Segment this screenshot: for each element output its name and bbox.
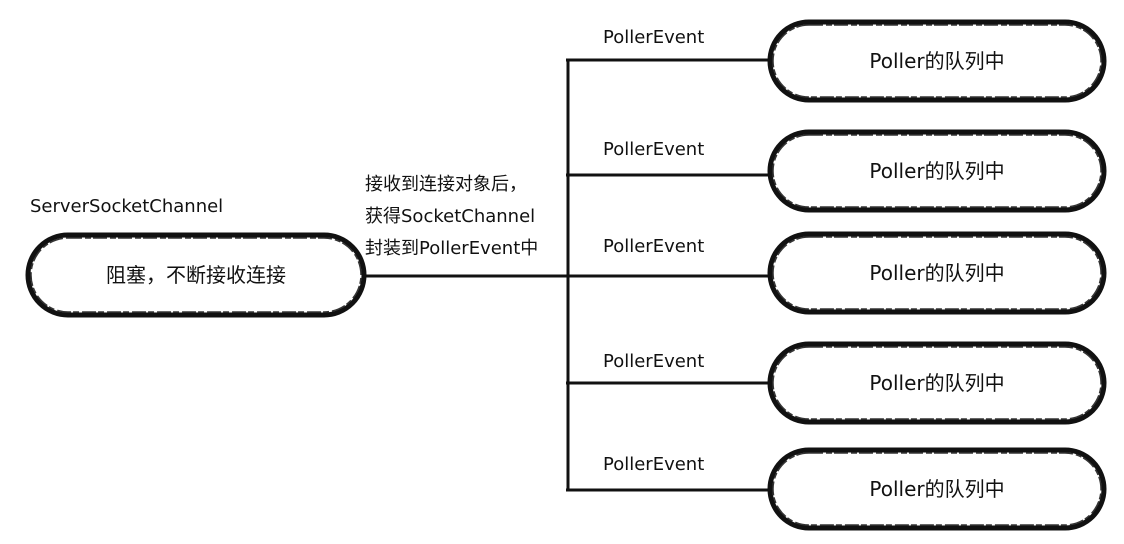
target-node-label-5: Poller的队列中 bbox=[869, 477, 1005, 501]
connector-note-line-1: 接收到连接对象后， bbox=[365, 174, 527, 195]
connector-note-line-2: 获得SocketChannel bbox=[365, 206, 536, 227]
target-node-label-3: Poller的队列中 bbox=[869, 261, 1005, 285]
target-node-label-1: Poller的队列中 bbox=[869, 49, 1005, 73]
source-node-label: 阻塞，不断接收连接 bbox=[106, 263, 286, 287]
branch-event-label-3: PollerEvent bbox=[603, 236, 705, 257]
branch-event-label-2: PollerEvent bbox=[603, 139, 705, 160]
diagram: ServerSocketChannel 阻塞，不断接收连接 接收到连接对象后， … bbox=[0, 0, 1124, 544]
target-node-label-4: Poller的队列中 bbox=[869, 371, 1005, 395]
branch-event-label-4: PollerEvent bbox=[603, 351, 705, 372]
branch-event-label-1: PollerEvent bbox=[603, 27, 705, 48]
target-node-label-2: Poller的队列中 bbox=[869, 159, 1005, 183]
branch-event-label-5: PollerEvent bbox=[603, 454, 705, 475]
source-caption: ServerSocketChannel bbox=[30, 196, 224, 217]
connector-note-line-3: 封装到PollerEvent中 bbox=[365, 238, 539, 259]
